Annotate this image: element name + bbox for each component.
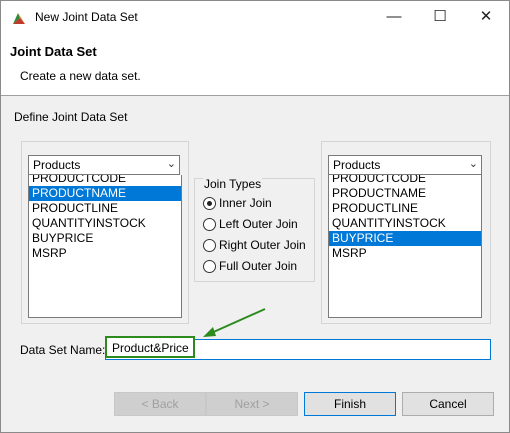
radio-label: Inner Join <box>219 196 272 210</box>
list-item[interactable]: PRODUCTCODE <box>329 175 481 186</box>
radio-button[interactable] <box>203 197 216 210</box>
right-dataset-value: Products <box>333 158 381 172</box>
finish-button[interactable]: Finish <box>304 392 396 416</box>
left-dataset-panel: Products ⌄ PRODUCTCODE PRODUCTNAME PRODUCT… <box>21 141 189 324</box>
right-dataset-panel: Products ⌄ PRODUCTCODE PRODUCTNAME PRODUCT… <box>321 141 491 324</box>
window-title: New Joint Data Set <box>35 10 138 24</box>
maximize-button[interactable]: ☐ <box>417 1 463 33</box>
dialog-window: New Joint Data Set — ☐ ✕ Joint Data Set … <box>0 0 510 433</box>
section-label: Define Joint Data Set <box>14 110 128 124</box>
right-dataset-combo[interactable]: Products ⌄ <box>328 155 482 175</box>
cancel-button[interactable]: Cancel <box>402 392 494 416</box>
radio-button[interactable] <box>203 260 216 273</box>
back-button[interactable]: < Back <box>114 392 206 416</box>
right-column-list[interactable]: PRODUCTCODE PRODUCTNAME PRODUCTLINE QUANTIT… <box>328 175 482 318</box>
radio-button[interactable] <box>203 218 216 231</box>
radio-label: Full Outer Join <box>219 259 298 273</box>
radio-label: Left Outer Join <box>219 217 298 231</box>
minimize-button[interactable]: — <box>371 1 417 33</box>
list-item[interactable]: MSRP <box>329 246 481 261</box>
wizard-header: Joint Data Set Create a new data set. <box>1 33 509 96</box>
next-button[interactable]: Next > <box>206 392 298 416</box>
list-item[interactable]: PRODUCTNAME <box>29 186 181 201</box>
annotation-arrow-icon <box>203 308 266 337</box>
join-types-legend: Join Types <box>203 177 263 191</box>
left-column-list[interactable]: PRODUCTCODE PRODUCTNAME PRODUCTLINE QUANTIT… <box>28 175 182 318</box>
page-description: Create a new data set. <box>20 69 141 83</box>
list-item[interactable]: PRODUCTCODE <box>29 175 181 186</box>
list-item[interactable]: PRODUCTLINE <box>29 201 181 216</box>
wizard-body: Define Joint Data Set Products ⌄ PRODUCT… <box>1 96 509 432</box>
dataset-name-highlight[interactable]: Product&Price <box>105 336 195 358</box>
join-types-group: Join Types Inner Join Left Outer Join Righ… <box>194 177 315 282</box>
list-item[interactable]: QUANTITYINSTOCK <box>329 216 481 231</box>
list-item[interactable]: MSRP <box>29 246 181 261</box>
left-dataset-combo[interactable]: Products ⌄ <box>28 155 180 175</box>
chevron-down-icon: ⌄ <box>166 158 176 170</box>
list-item[interactable]: PRODUCTLINE <box>329 201 481 216</box>
list-item[interactable]: BUYPRICE <box>29 231 181 246</box>
page-title: Joint Data Set <box>10 44 97 59</box>
list-item[interactable]: QUANTITYINSTOCK <box>29 216 181 231</box>
radio-label: Right Outer Join <box>219 238 306 252</box>
list-item[interactable]: PRODUCTNAME <box>329 186 481 201</box>
radio-button[interactable] <box>203 239 216 252</box>
title-bar: New Joint Data Set — ☐ ✕ <box>1 1 509 33</box>
app-icon <box>13 13 25 24</box>
dataset-name-value: Product&Price <box>112 341 189 355</box>
close-button[interactable]: ✕ <box>463 1 509 33</box>
chevron-down-icon: ⌄ <box>468 158 478 170</box>
dataset-name-label: Data Set Name: <box>20 343 106 357</box>
list-item[interactable]: BUYPRICE <box>329 231 481 246</box>
left-dataset-value: Products <box>33 158 81 172</box>
